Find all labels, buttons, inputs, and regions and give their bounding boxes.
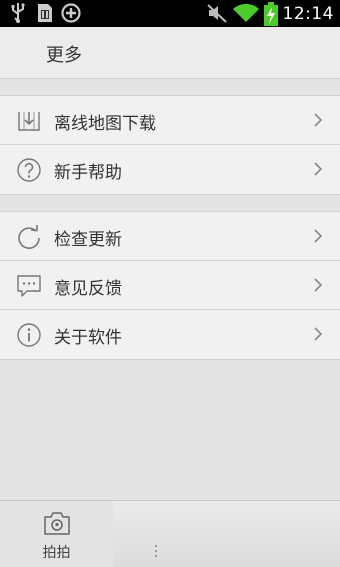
menu-item-label: 新手帮助 <box>54 163 122 183</box>
help-icon <box>17 158 41 182</box>
refresh-icon <box>18 225 40 249</box>
clock: 12:14 <box>282 4 334 24</box>
bottom-tab-bar: 拍拍 <box>0 500 340 567</box>
sd-card-icon <box>38 4 52 22</box>
chevron-right-icon <box>314 229 322 243</box>
chevron-right-icon <box>314 113 322 127</box>
menu-item-label: 意见反馈 <box>54 279 122 299</box>
tab-label: 拍拍 <box>42 545 71 561</box>
info-icon <box>17 323 41 347</box>
mute-icon <box>207 4 227 23</box>
chevron-right-icon <box>314 162 322 176</box>
feedback-icon <box>17 275 41 297</box>
battery-charging-icon <box>264 2 278 26</box>
wifi-icon <box>233 3 259 23</box>
menu-item-label: 关于软件 <box>54 328 122 348</box>
tab-paipai[interactable]: 拍拍 <box>0 501 113 567</box>
add-circle-icon <box>61 3 81 23</box>
download-map-icon <box>18 112 40 131</box>
menu-item-help[interactable]: 新手帮助 <box>0 145 340 194</box>
usb-icon <box>11 3 25 23</box>
page-header: 更多 <box>0 27 340 79</box>
menu-group-1: 离线地图下载 新手帮助 <box>0 95 340 195</box>
camera-icon <box>44 512 70 535</box>
menu-item-feedback[interactable]: 意见反馈 <box>0 261 340 310</box>
tab-divider <box>155 545 157 559</box>
menu-item-label: 检查更新 <box>54 230 122 250</box>
chevron-right-icon <box>314 327 322 341</box>
status-bar: 12:14 <box>0 0 340 27</box>
menu-item-about[interactable]: 关于软件 <box>0 310 340 359</box>
menu-item-label: 离线地图下载 <box>54 114 156 134</box>
menu-item-check-update[interactable]: 检查更新 <box>0 212 340 261</box>
page-title: 更多 <box>46 45 82 66</box>
chevron-right-icon <box>314 278 322 292</box>
menu-item-offline-map[interactable]: 离线地图下载 <box>0 96 340 145</box>
menu-group-2: 检查更新 意见反馈 关于软件 <box>0 211 340 360</box>
